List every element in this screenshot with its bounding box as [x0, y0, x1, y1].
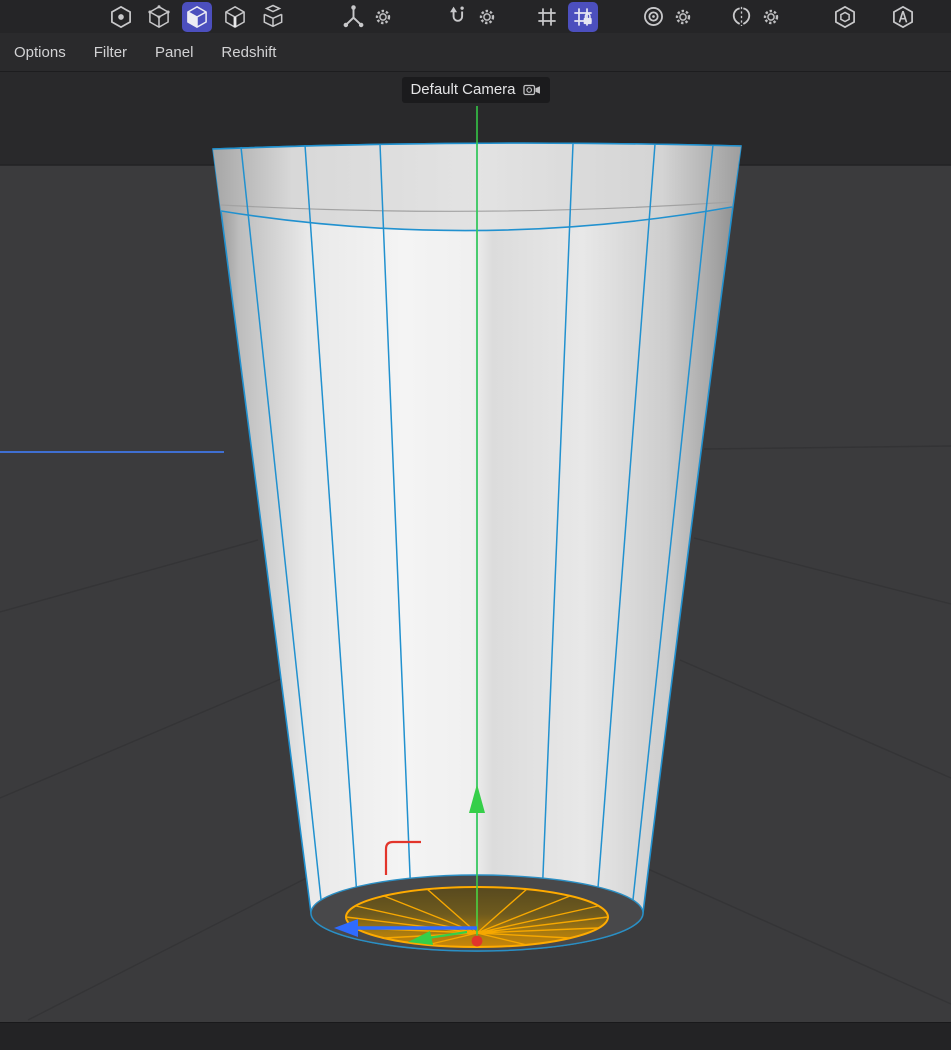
- annotate-group: [888, 2, 918, 32]
- snap-grid-button[interactable]: [532, 2, 562, 32]
- snap-grid-icon: [534, 4, 560, 30]
- make-editable-icon: [260, 4, 286, 30]
- target-tool-group: [638, 2, 694, 32]
- axis-settings-gear-button[interactable]: [372, 2, 394, 32]
- camera-label[interactable]: Default Camera: [401, 77, 549, 103]
- polygon-mode-button[interactable]: [182, 2, 212, 32]
- menu-options[interactable]: Options: [14, 44, 66, 61]
- model-mode-button[interactable]: [106, 2, 136, 32]
- top-toolbar: [0, 0, 951, 33]
- point-mode-icon: [146, 4, 172, 30]
- bottom-status-bar: [0, 1022, 951, 1050]
- rotate-tool-icon: [444, 3, 471, 30]
- symmetry-tool-group: [726, 2, 782, 32]
- snap-grid-group: [532, 2, 598, 32]
- annotate-a-button[interactable]: [888, 2, 918, 32]
- solo-hexagon-button[interactable]: [830, 2, 860, 32]
- gear-icon: [762, 8, 780, 26]
- solo-hexagon-icon: [832, 4, 858, 30]
- symmetry-tool-button[interactable]: [726, 2, 756, 32]
- target-settings-gear-button[interactable]: [672, 2, 694, 32]
- model-mode-icon: [108, 4, 134, 30]
- make-editable-button[interactable]: [258, 2, 288, 32]
- point-mode-button[interactable]: [144, 2, 174, 32]
- viewport[interactable]: Default Camera: [0, 72, 951, 1022]
- edge-mode-icon: [222, 4, 248, 30]
- solo-group: [830, 2, 860, 32]
- viewport-menubar: Options Filter Panel Redshift: [0, 33, 951, 72]
- rotate-settings-gear-button[interactable]: [476, 2, 498, 32]
- axis-tool-icon: [340, 3, 367, 30]
- rotate-tool-group: [442, 2, 498, 32]
- snap-grid-locked-button[interactable]: [568, 2, 598, 32]
- gear-icon: [674, 8, 692, 26]
- camera-icon: [523, 83, 542, 97]
- target-tool-button[interactable]: [638, 2, 668, 32]
- target-tool-icon: [640, 3, 667, 30]
- symmetry-settings-gear-button[interactable]: [760, 2, 782, 32]
- axis-tool-button[interactable]: [338, 2, 368, 32]
- camera-label-text: Default Camera: [410, 82, 515, 97]
- polygon-mode-icon: [184, 4, 210, 30]
- rotate-tool-button[interactable]: [442, 2, 472, 32]
- snap-grid-locked-icon: [570, 4, 596, 30]
- edge-mode-button[interactable]: [220, 2, 250, 32]
- menu-panel[interactable]: Panel: [155, 44, 193, 61]
- gear-icon: [374, 8, 392, 26]
- axis-tool-group: [338, 2, 394, 32]
- symmetry-tool-icon: [728, 3, 755, 30]
- menu-filter[interactable]: Filter: [94, 44, 127, 61]
- gear-icon: [478, 8, 496, 26]
- menu-redshift[interactable]: Redshift: [221, 44, 276, 61]
- gizmo-origin-dot[interactable]: [472, 936, 483, 947]
- viewport-canvas[interactable]: [0, 72, 951, 1022]
- annotate-a-icon: [890, 4, 916, 30]
- mode-icon-group: [106, 2, 288, 32]
